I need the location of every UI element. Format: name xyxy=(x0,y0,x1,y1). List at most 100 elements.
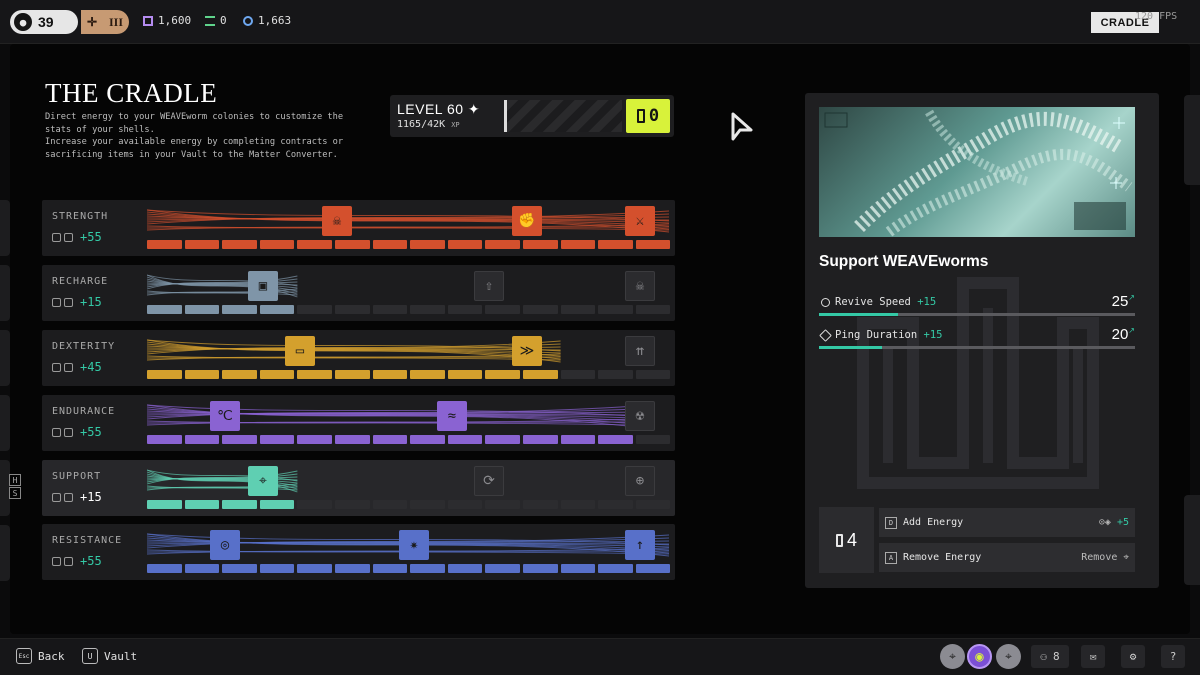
hotkey-s-badge: S xyxy=(9,487,21,499)
player-shell-slot[interactable]: ◉ xyxy=(967,644,992,669)
crosshair-icon: ⌖ xyxy=(949,649,956,663)
squad-slot-right[interactable]: ⌖ xyxy=(996,644,1021,669)
stat-mini-icon xyxy=(64,427,73,437)
rank-badge[interactable]: ✛ III xyxy=(81,10,129,34)
right-edge-tab[interactable] xyxy=(1184,95,1200,185)
back-button[interactable]: Esc Back xyxy=(16,648,65,664)
thermometer-wave-icon[interactable]: ≈ xyxy=(437,401,467,431)
fist-icon[interactable]: ✊ xyxy=(512,206,542,236)
energy-segments xyxy=(147,240,671,249)
currency-1-value: 1,600 xyxy=(158,14,192,27)
energy-segment-filled xyxy=(147,435,182,444)
energy-segment-filled xyxy=(635,564,671,573)
add-energy-bonus-value: +5 xyxy=(1116,517,1129,528)
energy-segment-filled xyxy=(560,240,596,249)
add-energy-button[interactable]: D Add Energy ⊙◈ +5 xyxy=(879,508,1135,537)
currency-2-value: 0 xyxy=(220,14,227,27)
energy-segment-filled xyxy=(222,370,257,379)
fist-glyph: ✊ xyxy=(518,213,536,229)
energy-segment-filled xyxy=(222,435,257,444)
up-arrows-glyph: ⇈ xyxy=(635,343,645,359)
target-icon[interactable]: ⊕ xyxy=(625,466,655,496)
stack-token-icon xyxy=(205,15,215,26)
stat-bonus: +55 xyxy=(80,230,102,244)
stat-row-recharge[interactable]: RECHARGE +15 ▣ ⇧ ☠ xyxy=(42,265,675,321)
thermometer-clock-icon[interactable]: ℃ xyxy=(210,401,240,431)
energy-segment-empty xyxy=(560,500,596,509)
back-label: Back xyxy=(38,649,65,663)
side-tab[interactable] xyxy=(0,525,10,581)
energy-segment-filled xyxy=(410,564,445,573)
shield-target-glyph: ◎ xyxy=(220,537,230,553)
energy-segment-filled xyxy=(222,564,257,573)
page-title: THE CRADLE xyxy=(45,78,218,108)
camera-icon[interactable]: ▣ xyxy=(248,271,278,301)
energy-segment-filled xyxy=(447,564,483,573)
remove-energy-key: A xyxy=(885,551,897,564)
settings-button[interactable]: ⚙ xyxy=(1121,645,1145,668)
energy-segment-filled xyxy=(560,435,596,444)
burst-glyph: ✷ xyxy=(409,537,419,553)
monitor-icon[interactable]: ▭ xyxy=(285,336,315,366)
stat-mini-icon xyxy=(64,492,73,502)
ping-icon xyxy=(819,329,832,342)
energy-segment-filled xyxy=(297,435,332,444)
energy-segment-filled xyxy=(222,240,257,249)
stat-row-resistance[interactable]: RESISTANCE +55 ◎ ✷ ↑ xyxy=(42,524,675,580)
thermometer-skull-glyph: ☢ xyxy=(635,408,645,424)
stat-row-support[interactable]: SUPPORT +15 ⌖ ⟳ ⊕ xyxy=(42,460,675,516)
remove-energy-label: Remove Energy xyxy=(903,552,982,563)
vault-key: U xyxy=(82,648,98,664)
skull-glyph: ☠ xyxy=(635,278,645,294)
energy-segment-empty xyxy=(485,500,520,509)
side-tab[interactable] xyxy=(0,395,10,451)
energy-segment-filled xyxy=(485,240,520,249)
crosshair-icon[interactable]: ⌖ xyxy=(248,466,278,496)
stat-value: 20 xyxy=(1111,326,1129,343)
shield-target-icon[interactable]: ◎ xyxy=(210,530,240,560)
battery-icon xyxy=(636,109,645,123)
stat-bonus: +15 xyxy=(80,490,102,504)
vault-button[interactable]: U Vault xyxy=(82,648,137,664)
rank-label: III xyxy=(108,14,123,29)
energy-segment-filled xyxy=(372,240,408,249)
help-button[interactable]: ? xyxy=(1161,645,1185,668)
right-edge-tab[interactable] xyxy=(1184,495,1200,585)
revive-speed-fill xyxy=(819,313,898,316)
side-tab[interactable] xyxy=(0,265,10,321)
energy-segment-empty xyxy=(297,500,332,509)
blade-icon[interactable]: ⚔ xyxy=(625,206,655,236)
remove-energy-button[interactable]: A Remove Energy Remove ⌖ xyxy=(879,543,1135,572)
revive-icon xyxy=(821,298,830,307)
energy-segment-empty xyxy=(523,305,558,314)
speed-lines-icon[interactable]: ≫ xyxy=(512,336,542,366)
refresh-icon[interactable]: ⟳ xyxy=(474,466,504,496)
skull-icon[interactable]: ☠ xyxy=(322,206,352,236)
stat-bonus: +15 xyxy=(917,296,937,308)
squad-button[interactable]: ⚇ 8 xyxy=(1031,645,1069,668)
energy-segment-empty xyxy=(635,435,671,444)
stat-row-endurance[interactable]: ENDURANCE +55 ℃ ≈ ☢ xyxy=(42,395,675,451)
skull-icon[interactable]: ☠ xyxy=(625,271,655,301)
battery-up-icon[interactable]: ↑ xyxy=(625,530,655,560)
up-arrows-icon[interactable]: ⇈ xyxy=(625,336,655,366)
energy-segment-filled xyxy=(523,564,558,573)
energy-segment-empty xyxy=(485,305,520,314)
thermometer-skull-icon[interactable]: ☢ xyxy=(625,401,655,431)
squad-slot-left[interactable]: ⌖ xyxy=(940,644,965,669)
energy-segment-filled xyxy=(184,435,220,444)
battery-icon xyxy=(835,533,843,547)
stat-mini-icon xyxy=(52,492,61,502)
player-level-badge[interactable]: ● 39 xyxy=(10,10,78,34)
available-energy-value: 0 xyxy=(648,106,660,126)
energy-segment-empty xyxy=(598,370,633,379)
stat-row-dexterity[interactable]: DEXTERITY +45 ▭ ≫ ⇈ xyxy=(42,330,675,386)
side-tab[interactable] xyxy=(0,200,10,256)
side-tab[interactable] xyxy=(0,330,10,386)
upload-icon[interactable]: ⇧ xyxy=(474,271,504,301)
stat-row-strength[interactable]: STRENGTH +55 ☠ ✊ ⚔ xyxy=(42,200,675,256)
mail-button[interactable]: ✉ xyxy=(1081,645,1105,668)
remove-energy-action: Remove ⌖ xyxy=(1081,552,1129,563)
energy-segment-filled xyxy=(485,435,520,444)
burst-icon[interactable]: ✷ xyxy=(399,530,429,560)
